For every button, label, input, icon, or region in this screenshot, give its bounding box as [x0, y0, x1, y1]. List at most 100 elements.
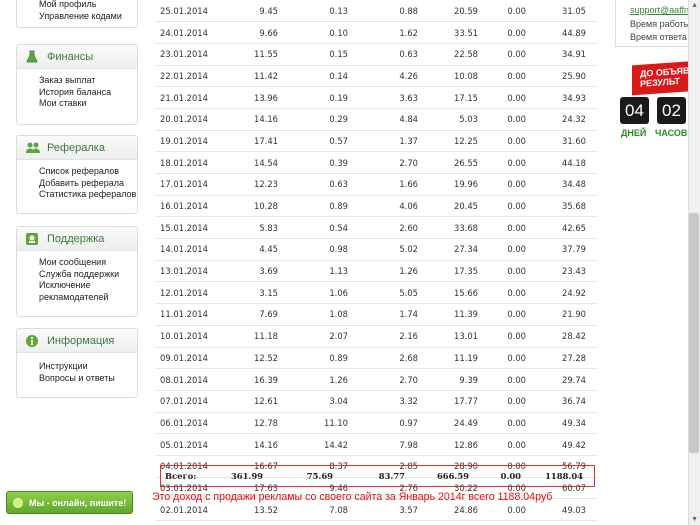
referral-stats-link[interactable]: Статистика рефералов	[39, 189, 137, 201]
col5-cell: 0.00	[490, 260, 538, 283]
exclude-advertisers-link-cont[interactable]: рекламодателей	[39, 292, 137, 304]
col3-cell: 2.16	[360, 325, 430, 348]
col2-cell: 0.10	[290, 21, 360, 44]
scroll-down-icon[interactable]: ▼	[691, 516, 698, 523]
sum-cell: 29.74	[538, 368, 598, 391]
col4-cell: 12.25	[430, 130, 490, 153]
my-rates-link[interactable]: Мои ставки	[39, 98, 137, 110]
col3-cell: 2.70	[360, 368, 430, 391]
date-cell: 25.01.2014	[155, 0, 220, 23]
table-row: 13.01.2014 3.69 1.13 1.26 17.35 0.00 23.43	[155, 260, 598, 283]
col5-cell: 0.00	[490, 281, 538, 305]
col1-cell: 9.66	[220, 21, 290, 44]
table-body: 25.01.2014 9.45 0.13 0.88 20.59 0.00 31.05 24.0…	[155, 0, 598, 525]
sum-cell: 34.48	[538, 173, 598, 196]
col3-cell: 1.26	[360, 260, 430, 283]
chat-status-icon	[13, 497, 23, 508]
scrollbar-thumb[interactable]	[689, 213, 699, 453]
col4-cell: 11.19	[430, 347, 490, 370]
col5-cell: 0.00	[490, 173, 538, 196]
online-chat-button[interactable]: Мы - онлайн, пишите!	[6, 491, 133, 514]
date-cell: 06.01.2014	[155, 412, 220, 435]
date-cell: 22.01.2014	[155, 65, 220, 88]
col5-cell: 0.00	[490, 412, 538, 435]
col5-cell: 0.00	[490, 347, 538, 370]
my-messages-link[interactable]: Мои сообщения	[39, 257, 137, 269]
col3-cell: 5.02	[360, 238, 430, 261]
col1-cell: 11.42	[220, 65, 290, 88]
date-cell: 08.01.2014	[155, 368, 220, 391]
col5-cell: 0.00	[490, 43, 538, 66]
table-row: 21.01.2014 13.96 0.19 3.63 17.15 0.00 34.93	[155, 86, 598, 109]
instructions-link[interactable]: Инструкции	[39, 361, 137, 373]
col5-cell: 0.00	[490, 151, 538, 174]
income-caption: Это доход с продажи рекламы со своего са…	[152, 491, 553, 503]
col4-cell: 17.35	[430, 260, 490, 283]
sum-cell: 21.90	[538, 303, 598, 326]
support-service-link[interactable]: Служба поддержки	[39, 269, 137, 281]
profile-link[interactable]: Мой профиль	[39, 0, 137, 11]
sum-cell: 27.28	[538, 347, 598, 370]
page-scrollbar[interactable]: ▲ ▼	[688, 0, 700, 525]
col5-cell: 0.00	[490, 65, 538, 88]
col4-cell: 27.34	[430, 238, 490, 261]
sum-cell: 31.60	[538, 130, 598, 153]
col3-cell: 1.66	[360, 173, 430, 196]
exclude-advertisers-link[interactable]: Исключение	[39, 280, 137, 292]
table-row: 24.01.2014 9.66 0.10 1.62 33.51 0.00 44.89	[155, 21, 598, 44]
col4-cell: 12.86	[430, 433, 490, 456]
col1-cell: 9.45	[220, 0, 290, 23]
date-cell: 21.01.2014	[155, 86, 220, 109]
date-cell: 15.01.2014	[155, 216, 220, 240]
col2-cell: 0.13	[290, 0, 360, 23]
col2-cell: 1.13	[290, 260, 360, 283]
balance-history-link[interactable]: История баланса	[39, 87, 137, 99]
referral-box: Рефералка Список рефералов Добавить рефе…	[16, 135, 138, 214]
add-referral-link[interactable]: Добавить реферала	[39, 178, 137, 190]
col2-cell: 0.57	[290, 130, 360, 153]
col1-cell: 10.28	[220, 195, 290, 218]
col2-cell: 0.39	[290, 151, 360, 174]
support-box: Поддержка Мои сообщения Служба поддержки…	[16, 226, 138, 317]
totals-label: Всего:	[165, 471, 197, 481]
sum-cell: 23.43	[538, 260, 598, 283]
col4-cell: 9.39	[430, 368, 490, 391]
col3-cell: 2.70	[360, 151, 430, 174]
col2-cell: 0.29	[290, 108, 360, 131]
finance-links: Заказ выплат История баланса Мои ставки	[17, 69, 137, 116]
table-row: 16.01.2014 10.28 0.89 4.06 20.45 0.00 35.68	[155, 195, 598, 218]
profile-box: Мой профиль Управление кодами	[16, 0, 138, 28]
faq-link[interactable]: Вопросы и ответы	[39, 373, 137, 385]
date-cell: 10.01.2014	[155, 325, 220, 348]
referral-links: Список рефералов Добавить реферала Стати…	[17, 160, 137, 207]
table-row: 11.01.2014 7.69 1.08 1.74 11.39 0.00 21.90	[155, 303, 598, 326]
col4-cell: 5.03	[430, 108, 490, 131]
sum-cell: 24.92	[538, 281, 598, 305]
col5-cell: 0.00	[490, 368, 538, 391]
col5-cell: 0.00	[490, 0, 538, 23]
referral-title: Рефералка	[47, 141, 105, 154]
referral-list-link[interactable]: Список рефералов	[39, 166, 137, 178]
col1-cell: 7.69	[220, 303, 290, 326]
totals-col2: 75.69	[306, 471, 333, 481]
profile-links: Мой профиль Управление кодами	[17, 0, 137, 28]
sum-cell: 28.42	[538, 325, 598, 348]
col1-cell: 13.96	[220, 86, 290, 109]
date-cell: 11.01.2014	[155, 303, 220, 326]
date-cell: 19.01.2014	[155, 130, 220, 153]
col4-cell: 15.66	[430, 281, 490, 305]
table-row: 09.01.2014 12.52 0.89 2.68 11.19 0.00 27.28	[155, 347, 598, 370]
order-payout-link[interactable]: Заказ выплат	[39, 75, 137, 87]
right-panel: support@aaffn... Время работы Время отве…	[598, 0, 700, 525]
scroll-up-icon[interactable]: ▲	[691, 2, 698, 9]
code-management-link[interactable]: Управление кодами	[39, 11, 137, 23]
support-title: Поддержка	[47, 232, 105, 245]
date-cell: 16.01.2014	[155, 195, 220, 218]
support-links: Мои сообщения Служба поддержки Исключени…	[17, 251, 137, 309]
date-cell: 20.01.2014	[155, 108, 220, 131]
col1-cell: 11.55	[220, 43, 290, 66]
col4-cell: 19.96	[430, 173, 490, 196]
chat-label: Мы - онлайн, пишите!	[29, 497, 127, 508]
col2-cell: 0.15	[290, 43, 360, 66]
col1-cell: 16.39	[220, 368, 290, 391]
